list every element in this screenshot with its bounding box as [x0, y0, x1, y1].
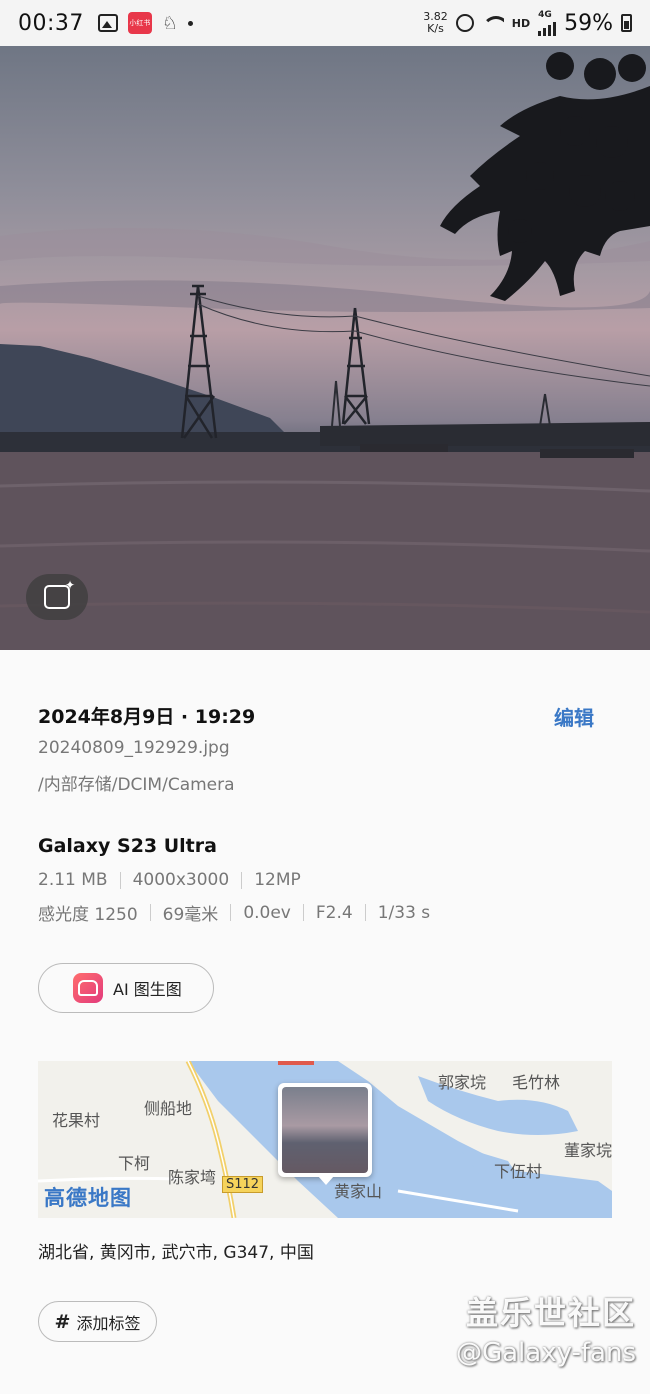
- shutter-speed: 1/33 s: [377, 902, 431, 923]
- resolution: 4000x3000: [132, 870, 230, 890]
- location-map[interactable]: 郭家垸 毛竹林 花果村 侧船地 董家垸 下柯 下伍村 陈家塆 黄家山 S112 …: [38, 1061, 612, 1218]
- network-speed-unit: K/s: [427, 22, 444, 35]
- hash-icon: #: [54, 1310, 71, 1333]
- ai-edit-button[interactable]: [26, 574, 88, 620]
- focal-length: 69毫米: [162, 905, 219, 925]
- hd-icon: HD: [511, 16, 531, 30]
- file-info-row: 2.11 MB 4000x3000 12MP: [38, 870, 301, 890]
- battery-icon: [621, 14, 632, 32]
- edit-button[interactable]: 编辑: [554, 702, 594, 731]
- map-label: 下伍村: [494, 1162, 543, 1181]
- aperture: F2.4: [315, 902, 353, 923]
- file-path[interactable]: /内部存储/DCIM/Camera: [38, 770, 235, 795]
- exposure-value: 0.0ev: [243, 902, 291, 923]
- map-label: 花果村: [52, 1111, 101, 1130]
- ai-image-to-image-button[interactable]: AI 图生图: [38, 963, 214, 1013]
- map-label: 陈家塆: [168, 1168, 217, 1187]
- add-tag-button[interactable]: # 添加标签: [38, 1301, 157, 1342]
- sparkle-edit-icon: [44, 578, 75, 609]
- photo-datetime: 2024年8月9日 · 19:29: [38, 706, 256, 728]
- map-label: 郭家垸: [438, 1073, 487, 1092]
- network-type: 4G: [538, 9, 552, 20]
- photo-thumbnail: [282, 1087, 368, 1173]
- ai-image-to-image-label: AI 图生图: [113, 980, 182, 999]
- map-label: 董家垸: [564, 1141, 612, 1160]
- map-label: 下柯: [118, 1154, 151, 1173]
- map-provider-logo: 高德地图: [44, 1186, 132, 1210]
- xiaohongshu-notification-icon: 小红书: [127, 12, 152, 34]
- iso-value: 感光度 1250: [38, 905, 138, 925]
- photo-location-pin[interactable]: [278, 1083, 372, 1185]
- status-time: 00:37: [18, 10, 84, 36]
- add-tag-label: 添加标签: [76, 1313, 141, 1333]
- location-address: 湖北省, 黄冈市, 武穴市, G347, 中国: [38, 1243, 314, 1263]
- file-size: 2.11 MB: [38, 870, 108, 890]
- photo-preview[interactable]: [0, 46, 650, 650]
- signal-icon: [538, 20, 557, 36]
- app-notification-icon: ♘: [161, 12, 179, 34]
- ai-image-icon: [73, 973, 103, 1003]
- notification-icons: 小红书 ♘: [97, 12, 194, 34]
- alarm-icon: [455, 14, 474, 32]
- camera-device: Galaxy S23 Ultra: [38, 835, 217, 857]
- gallery-notification-icon: [97, 14, 118, 32]
- watermark-title: 盖乐世社区: [465, 1294, 636, 1332]
- battery-percent: 59%: [564, 10, 613, 36]
- watermark-handle: @Galaxy-fans: [455, 1338, 636, 1368]
- wifi-icon: [481, 16, 504, 30]
- network-speed: 3.82 K/s: [423, 11, 448, 35]
- map-label: 毛竹林: [512, 1073, 561, 1092]
- photo-scene: [0, 52, 650, 650]
- road-badge: S112: [222, 1176, 264, 1193]
- more-notifications-icon: [188, 20, 194, 26]
- cell-signal: 4G: [538, 9, 557, 36]
- map-label: 黄家山: [334, 1182, 383, 1201]
- system-icons: 3.82 K/s HD 4G 59%: [423, 9, 632, 36]
- map-label: 侧船地: [144, 1099, 193, 1118]
- file-name: 20240809_192929.jpg: [38, 738, 230, 758]
- details-panel: 2024年8月9日 · 19:29 编辑 20240809_192929.jpg…: [0, 650, 650, 1394]
- exif-row: 感光度 1250 69毫米 0.0ev F2.4 1/33 s: [38, 900, 431, 926]
- megapixels: 12MP: [254, 870, 301, 890]
- status-bar: 00:37 小红书 ♘ 3.82 K/s HD 4G 59%: [0, 0, 650, 46]
